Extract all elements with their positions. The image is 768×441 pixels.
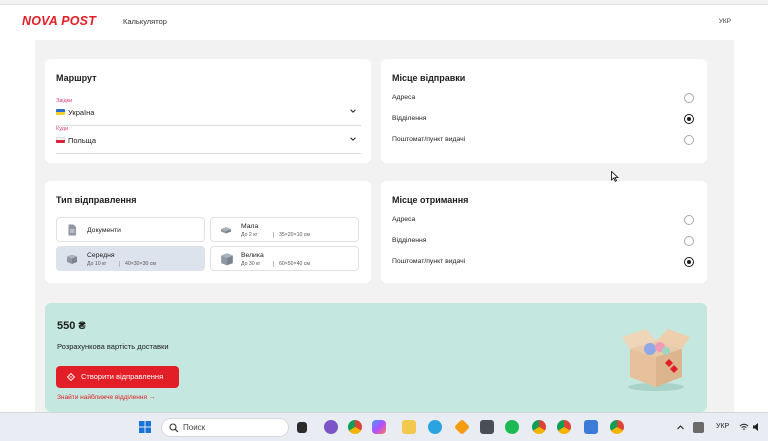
- windows-taskbar: Поиск УКР: [0, 412, 768, 441]
- nova-post-logo[interactable]: NOVA POST: [22, 14, 96, 28]
- estimated-price: 550 ₴: [57, 320, 86, 332]
- tile-small[interactable]: Мала До 2 кг 35×20×10 см: [210, 217, 359, 242]
- shipment-type-title: Тип відправлення: [56, 195, 137, 205]
- route-card: Маршрут Звідки Україна Куди Польща: [45, 59, 371, 163]
- radio-button[interactable]: [684, 236, 694, 246]
- parcel-diamond-icon: [67, 373, 75, 381]
- to-value: Польща: [68, 136, 97, 145]
- from-value: Україна: [68, 108, 95, 117]
- ukraine-flag-icon: [56, 109, 65, 115]
- receive-option-branch[interactable]: Відділення: [392, 235, 694, 249]
- tile-large[interactable]: Велика До 30 кг 60×50×40 см: [210, 246, 359, 271]
- tile-documents[interactable]: Документи: [56, 217, 205, 242]
- chrome-icon[interactable]: [348, 420, 362, 434]
- radio-button[interactable]: [684, 135, 694, 145]
- poland-flag-icon: [56, 137, 65, 143]
- dispatch-option-parcel-locker[interactable]: Поштомат/пункт видачі: [392, 134, 694, 148]
- receive-option-label: Поштомат/пункт видачі: [392, 258, 466, 265]
- tile-weight: До 30 кг: [241, 261, 261, 267]
- estimated-cost-card: 550 ₴ Розрахункова вартість доставки Ств…: [45, 303, 707, 412]
- wifi-icon[interactable]: [739, 422, 749, 432]
- app-orange-icon[interactable]: [454, 419, 470, 435]
- to-label: Куди: [56, 126, 69, 132]
- dispatch-place-card: Місце відправки Адреса Відділення Поштом…: [381, 59, 707, 163]
- language-switcher[interactable]: УКР: [719, 18, 731, 25]
- windows-start-icon[interactable]: [138, 420, 152, 434]
- radio-button-selected[interactable]: [684, 257, 694, 267]
- telegram-icon[interactable]: [428, 420, 442, 434]
- dispatch-option-label: Поштомат/пункт видачі: [392, 136, 466, 143]
- spotify-icon[interactable]: [505, 420, 519, 434]
- photos-icon[interactable]: [584, 420, 598, 434]
- radio-button[interactable]: [684, 215, 694, 225]
- route-title: Маршрут: [56, 73, 97, 83]
- estimated-cost-description: Розрахункова вартість доставки: [57, 342, 169, 351]
- tray-app-icon[interactable]: [693, 422, 704, 433]
- tile-name: Мала: [241, 223, 259, 230]
- receive-option-label: Відділення: [392, 237, 427, 244]
- task-view-icon[interactable]: [297, 422, 307, 433]
- small-parcel-icon: [221, 227, 231, 234]
- copilot-icon[interactable]: [372, 420, 386, 434]
- radio-button-selected[interactable]: [684, 114, 694, 124]
- tile-weight: До 2 кг: [241, 232, 258, 238]
- site-header: NOVA POST Калькулятор УКР: [0, 5, 768, 40]
- receive-option-parcel-locker[interactable]: Поштомат/пункт видачі: [392, 256, 694, 270]
- chrome-alt-icon[interactable]: [557, 420, 571, 434]
- dispatch-title: Місце відправки: [392, 73, 466, 83]
- chrome-profile-icon[interactable]: [532, 420, 546, 434]
- search-placeholder: Поиск: [183, 423, 206, 432]
- search-icon: [169, 423, 179, 433]
- speaker-icon[interactable]: [752, 422, 762, 432]
- chevron-up-icon[interactable]: [676, 423, 685, 432]
- calculator-icon[interactable]: [480, 420, 494, 434]
- large-box-icon: [221, 253, 233, 266]
- to-country-select[interactable]: Куди Польща: [56, 126, 361, 154]
- from-country-select[interactable]: Звідки Україна: [56, 98, 361, 126]
- dispatch-option-label: Адреса: [392, 94, 416, 101]
- mouse-cursor-icon: [611, 171, 619, 182]
- radio-button[interactable]: [684, 93, 694, 103]
- chrome-app-icon[interactable]: [610, 420, 624, 434]
- tile-weight: До 10 кг: [87, 261, 107, 267]
- taskbar-search-box[interactable]: Поиск: [161, 418, 289, 437]
- tile-name: Документи: [87, 227, 121, 234]
- open-box-illustration: [622, 329, 690, 391]
- receive-title: Місце отримання: [392, 195, 469, 205]
- medium-box-icon: [67, 254, 77, 264]
- tile-dimensions: 60×50×40 см: [273, 261, 310, 267]
- viber-icon[interactable]: [324, 420, 338, 434]
- tile-dimensions: 35×20×10 см: [273, 232, 310, 238]
- dispatch-option-label: Відділення: [392, 115, 427, 122]
- nav-calculator-link[interactable]: Калькулятор: [123, 17, 167, 26]
- receive-place-card: Місце отримання Адреса Відділення Поштом…: [381, 181, 707, 283]
- tile-dimensions: 40×30×30 см: [119, 261, 156, 267]
- find-nearest-branch-link[interactable]: Знайти найближче відділення →: [57, 394, 155, 401]
- dispatch-option-branch[interactable]: Відділення: [392, 113, 694, 127]
- tile-name: Середня: [87, 252, 115, 259]
- from-label: Звідки: [56, 98, 73, 104]
- receive-option-address[interactable]: Адреса: [392, 214, 694, 228]
- shipment-type-card: Тип відправлення Документи Мала До 2 кг …: [45, 181, 371, 283]
- chevron-down-icon: [350, 137, 356, 141]
- file-explorer-icon[interactable]: [402, 420, 416, 434]
- chevron-down-icon: [350, 109, 356, 113]
- tile-name: Велика: [241, 252, 264, 259]
- receive-option-label: Адреса: [392, 216, 416, 223]
- tile-medium[interactable]: Середня До 10 кг 40×30×30 см: [56, 246, 205, 271]
- tray-language[interactable]: УКР: [716, 423, 729, 430]
- create-shipment-label: Створити відправлення: [81, 372, 164, 381]
- document-icon: [68, 224, 76, 236]
- dispatch-option-address[interactable]: Адреса: [392, 92, 694, 106]
- create-shipment-button[interactable]: Створити відправлення: [56, 366, 179, 388]
